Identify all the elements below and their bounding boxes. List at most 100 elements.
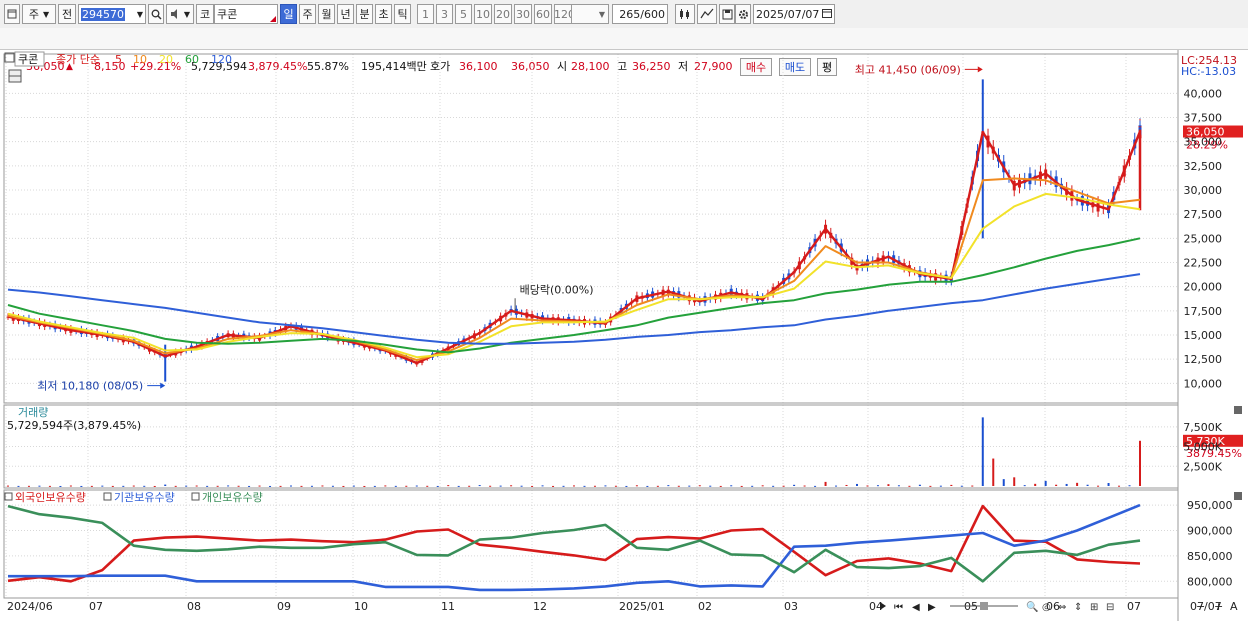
- zoom-control-icon: ⊞: [1090, 602, 1098, 613]
- ma-period-60: 60: [185, 53, 199, 66]
- price-tick-label: 27,500: [1184, 208, 1223, 221]
- volume-bar: [552, 485, 555, 487]
- zoom-control-icon: 🔍: [1026, 600, 1038, 613]
- volume-bar: [7, 485, 9, 487]
- interval-button-0[interactable]: 1: [417, 4, 434, 24]
- x-axis-label: 2024/06: [7, 600, 53, 613]
- interval-button-4[interactable]: 20: [494, 4, 512, 24]
- period-type-select[interactable]: 주 ▼: [22, 4, 56, 24]
- volume-bar: [761, 485, 764, 487]
- price-tick-label: 17,500: [1184, 305, 1223, 318]
- volume-bar: [625, 485, 628, 487]
- stock-name-value: 쿠콘: [217, 8, 238, 21]
- period-button-1[interactable]: 주: [299, 4, 316, 24]
- volume-bar: [300, 485, 303, 487]
- low-annotation: 최저 10,180 (08/05): [37, 380, 143, 393]
- volume-bar: [698, 485, 701, 487]
- volume-bar: [971, 485, 974, 487]
- stock-name-field[interactable]: 쿠콘: [214, 4, 278, 24]
- volume-bar: [887, 484, 890, 486]
- date-input[interactable]: 2025/07/07: [753, 4, 835, 24]
- holdings-tick-label: 950,000: [1187, 499, 1233, 512]
- volume-bar: [1002, 479, 1005, 486]
- stock-chart[interactable]: 최고 41,450 (06/09) 최저 10,180 (08/05) 배당락(0.…: [0, 50, 1248, 621]
- price-tick-label: 20,000: [1184, 281, 1223, 294]
- volume-bar: [279, 485, 282, 487]
- zoom-control-icon: ⇔: [1058, 602, 1066, 613]
- chevron-down-icon: ▼: [42, 9, 50, 19]
- holdings-line-0: [7, 504, 1141, 583]
- volume-bar: [782, 485, 785, 487]
- volume-bar: [1118, 485, 1121, 487]
- candle-icon[interactable]: [675, 4, 695, 24]
- draw-line-icon[interactable]: [697, 4, 717, 24]
- volume-bar: [845, 484, 848, 486]
- font-size-icon: A: [1230, 600, 1238, 613]
- x-axis-label: 09: [277, 600, 291, 613]
- corner-marker-icon: [270, 16, 276, 22]
- blank-select[interactable]: ▼: [571, 4, 609, 24]
- stock-code-input[interactable]: 294570 ▼: [78, 4, 146, 24]
- volume-bar: [352, 485, 355, 487]
- quote-bar: 36,050 ▲ 8,150 +29.21% 5,729,594 3,879.4…: [0, 28, 1248, 76]
- price-tick-label: 37,500: [1184, 112, 1223, 125]
- volume-bar: [1139, 467, 1141, 486]
- volume-label: 거래량: [18, 406, 48, 419]
- volume-bar: [373, 485, 376, 487]
- period-button-3[interactable]: 년: [337, 4, 354, 24]
- volume-bar: [876, 485, 879, 487]
- chart-area[interactable]: 최고 41,450 (06/09) 최저 10,180 (08/05) 배당락(0.…: [0, 50, 1248, 621]
- interval-button-6[interactable]: 60: [534, 4, 552, 24]
- volume-bar: [101, 485, 104, 487]
- holdings-legend-0: 외국인보유수량: [15, 491, 86, 504]
- volume-bar: [814, 485, 817, 487]
- x-axis-label: 10: [354, 600, 368, 613]
- interval-button-3[interactable]: 10: [474, 4, 492, 24]
- window-icon[interactable]: [4, 4, 20, 24]
- interval-button-2[interactable]: 5: [455, 4, 472, 24]
- volume-bar: [614, 485, 617, 487]
- period-button-6[interactable]: 틱: [394, 4, 411, 24]
- chevron-down-icon: ▼: [136, 9, 143, 19]
- scroll-thumb: [980, 602, 988, 610]
- volume-bar: [520, 485, 523, 487]
- volume-bar: [499, 485, 502, 487]
- period-button-4[interactable]: 분: [356, 4, 373, 24]
- volume-bar: [593, 485, 596, 487]
- volume-bar: [1107, 483, 1110, 486]
- interval-button-5[interactable]: 30: [514, 4, 532, 24]
- volume-bar: [342, 485, 345, 487]
- volume-bar: [677, 485, 680, 487]
- volume-bar: [132, 485, 135, 487]
- interval-button-1[interactable]: 3: [436, 4, 453, 24]
- volume-bar: [80, 485, 83, 487]
- gear-icon[interactable]: [735, 4, 751, 24]
- save-icon[interactable]: [719, 4, 735, 24]
- dividend-annotation: 배당락(0.00%): [520, 283, 594, 296]
- volume-tick-label: 2,500K: [1183, 460, 1222, 473]
- zoom-control-icon: ⊟: [1106, 602, 1114, 613]
- volume-bar: [143, 485, 146, 487]
- zoom-in-icon: +: [1214, 600, 1223, 613]
- volume-bar: [740, 485, 743, 487]
- prev-button[interactable]: 전: [58, 4, 76, 24]
- x-axis-label: 11: [441, 600, 455, 613]
- rewind-icon: ⏮: [894, 602, 903, 613]
- search-icon[interactable]: [148, 4, 164, 24]
- volume-bar: [1097, 485, 1100, 487]
- count-input[interactable]: 265/600: [612, 4, 668, 24]
- chevron-down-icon: ▼: [183, 9, 191, 19]
- holdings-legend-icon: [103, 492, 112, 501]
- period-button-2[interactable]: 월: [318, 4, 335, 24]
- period-button-0[interactable]: 일: [280, 4, 297, 24]
- volume-bar: [227, 485, 230, 487]
- holdings-line-1: [8, 503, 1141, 592]
- speaker-icon[interactable]: ▼: [166, 4, 194, 24]
- volume-bar: [531, 485, 534, 487]
- volume-bar: [730, 485, 733, 487]
- x-axis-label: 08: [187, 600, 201, 613]
- volume-bar: [457, 485, 460, 487]
- period-button-5[interactable]: 초: [375, 4, 392, 24]
- volume-bar: [793, 484, 796, 486]
- price-tick-label: 25,000: [1184, 232, 1223, 245]
